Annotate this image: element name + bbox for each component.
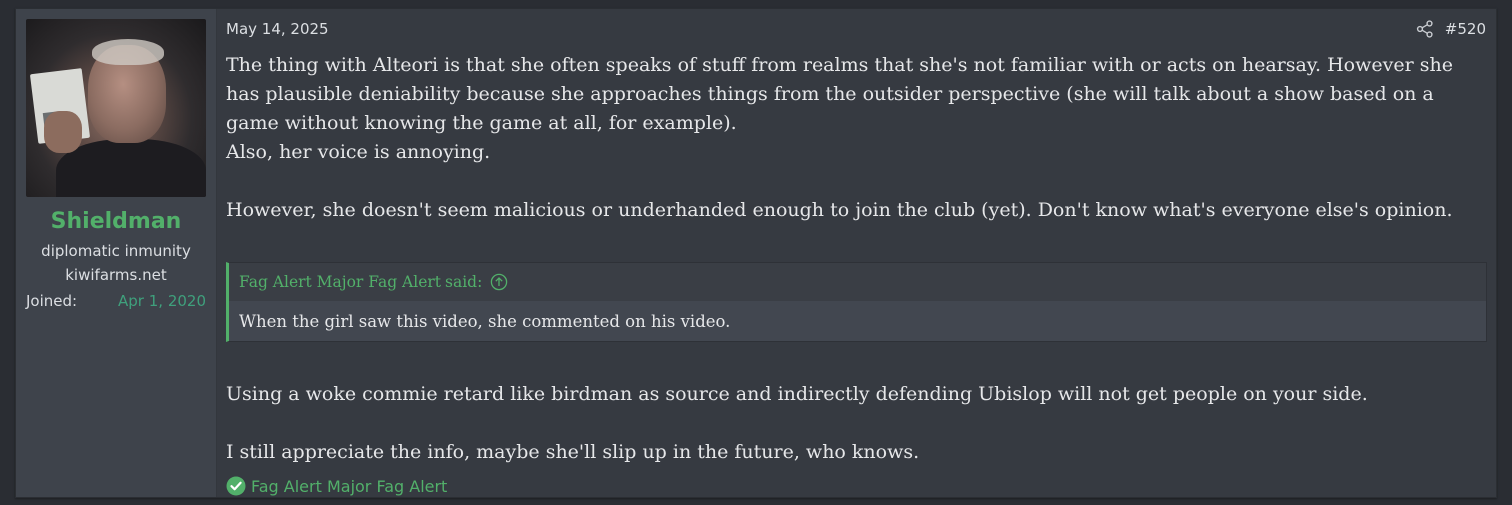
reaction-bar[interactable]: Fag Alert Major Fag Alert xyxy=(226,476,447,496)
joined-date: Apr 1, 2020 xyxy=(118,292,206,310)
avatar-figure-body xyxy=(56,139,206,197)
avatar[interactable] xyxy=(26,19,206,197)
quote-block: Fag Alert Major Fag Alert said: When the… xyxy=(226,262,1487,342)
arrow-up-circle-icon[interactable] xyxy=(490,273,508,291)
quote-content: When the girl saw this video, she commen… xyxy=(229,301,1486,341)
quote-author[interactable]: Fag Alert Major Fag Alert xyxy=(239,273,441,291)
user-info-column: Shieldman diplomatic inmunity kiwifarms.… xyxy=(16,9,217,497)
quote-said-label: said: xyxy=(445,273,483,291)
username[interactable]: Shieldman xyxy=(16,209,216,234)
share-icon[interactable] xyxy=(1416,20,1434,38)
reaction-user[interactable]: Fag Alert Major Fag Alert xyxy=(251,477,447,496)
paragraph: I still appreciate the info, maybe she'l… xyxy=(226,441,920,463)
post-body-top: The thing with Alteori is that she often… xyxy=(226,51,1481,225)
post: Shieldman diplomatic inmunity kiwifarms.… xyxy=(15,8,1497,498)
quote-header[interactable]: Fag Alert Major Fag Alert said: xyxy=(229,263,1486,301)
paragraph: However, she doesn't seem malicious or u… xyxy=(226,199,1453,221)
avatar-figure-hand xyxy=(44,111,82,153)
post-number-link[interactable]: #520 xyxy=(1445,20,1486,38)
paragraph: Also, her voice is annoying. xyxy=(226,141,491,163)
post-date-link[interactable]: May 14, 2025 xyxy=(226,20,329,38)
user-title: diplomatic inmunity xyxy=(41,242,191,260)
paragraph: Using a woke commie retard like birdman … xyxy=(226,383,1368,405)
post-body-bottom: Using a woke commie retard like birdman … xyxy=(226,380,1481,467)
check-circle-icon xyxy=(226,476,246,496)
user-site: kiwifarms.net xyxy=(65,266,167,284)
avatar-figure-hair xyxy=(92,39,164,65)
joined-label: Joined: xyxy=(26,292,78,310)
joined-row: Joined: Apr 1, 2020 xyxy=(26,292,206,310)
paragraph: The thing with Alteori is that she often… xyxy=(226,54,1453,134)
post-main: May 14, 2025 #520 The thing with Alteori… xyxy=(226,9,1496,497)
